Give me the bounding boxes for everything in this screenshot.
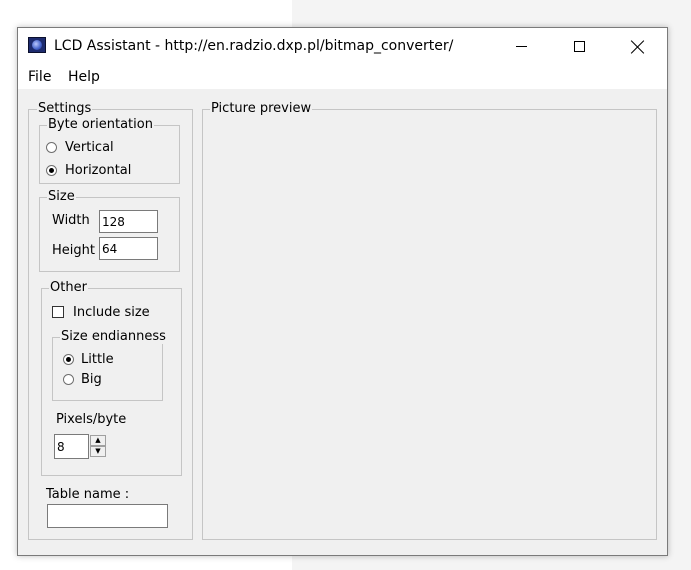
- settings-group: Settings Byte orientation Vertical Horiz…: [28, 102, 193, 540]
- size-endianness-group: Size endianness Little Big: [52, 330, 167, 401]
- other-group: Other Include size Size endianness Littl…: [41, 281, 182, 476]
- maximize-button[interactable]: [550, 28, 608, 65]
- pixels-per-byte-label: Pixels/byte: [56, 412, 127, 427]
- table-name-label: Table name :: [46, 487, 130, 502]
- app-window: LCD Assistant - http://en.radzio.dxp.pl/…: [17, 27, 668, 556]
- table-name-input[interactable]: [47, 504, 168, 528]
- minimize-icon: [515, 46, 527, 47]
- menu-help[interactable]: Help: [67, 69, 101, 86]
- minimize-button[interactable]: [492, 28, 550, 65]
- radio-horizontal[interactable]: [46, 165, 57, 176]
- radio-horizontal-label[interactable]: Horizontal: [65, 163, 131, 178]
- menu-file[interactable]: File: [27, 69, 52, 86]
- window-title: LCD Assistant - http://en.radzio.dxp.pl/…: [54, 38, 454, 54]
- include-size-label[interactable]: Include size: [73, 305, 150, 320]
- radio-little-label[interactable]: Little: [81, 352, 114, 367]
- close-icon: [631, 40, 645, 54]
- pixels-per-byte-spinner: ▲ ▼: [90, 435, 106, 457]
- radio-vertical-label[interactable]: Vertical: [65, 140, 114, 155]
- height-input[interactable]: [99, 237, 158, 260]
- app-icon: [28, 37, 46, 53]
- menu-bar: File Help: [18, 65, 667, 89]
- width-label: Width: [52, 213, 90, 228]
- close-button[interactable]: [609, 28, 667, 65]
- picture-preview-area: [207, 122, 652, 535]
- picture-preview-legend: Picture preview: [210, 101, 313, 116]
- include-size-checkbox[interactable]: [52, 306, 64, 318]
- radio-vertical[interactable]: [46, 142, 57, 153]
- radio-big[interactable]: [63, 374, 74, 385]
- other-legend: Other: [49, 280, 88, 295]
- spin-up-button[interactable]: ▲: [90, 435, 106, 446]
- picture-preview-group: Picture preview: [202, 102, 657, 540]
- pixels-per-byte-input[interactable]: [54, 434, 89, 459]
- spin-down-button[interactable]: ▼: [90, 446, 106, 457]
- height-label: Height: [52, 243, 95, 258]
- size-endianness-legend: Size endianness: [60, 329, 167, 344]
- radio-little[interactable]: [63, 354, 74, 365]
- settings-legend: Settings: [37, 101, 93, 116]
- byte-orientation-legend: Byte orientation: [47, 117, 154, 132]
- size-group: Size Width Height: [39, 190, 180, 272]
- maximize-icon: [573, 41, 585, 52]
- title-bar[interactable]: LCD Assistant - http://en.radzio.dxp.pl/…: [18, 28, 667, 65]
- size-legend: Size: [47, 189, 76, 204]
- radio-big-label[interactable]: Big: [81, 372, 102, 387]
- byte-orientation-group: Byte orientation Vertical Horizontal: [39, 118, 180, 184]
- width-input[interactable]: [99, 210, 158, 233]
